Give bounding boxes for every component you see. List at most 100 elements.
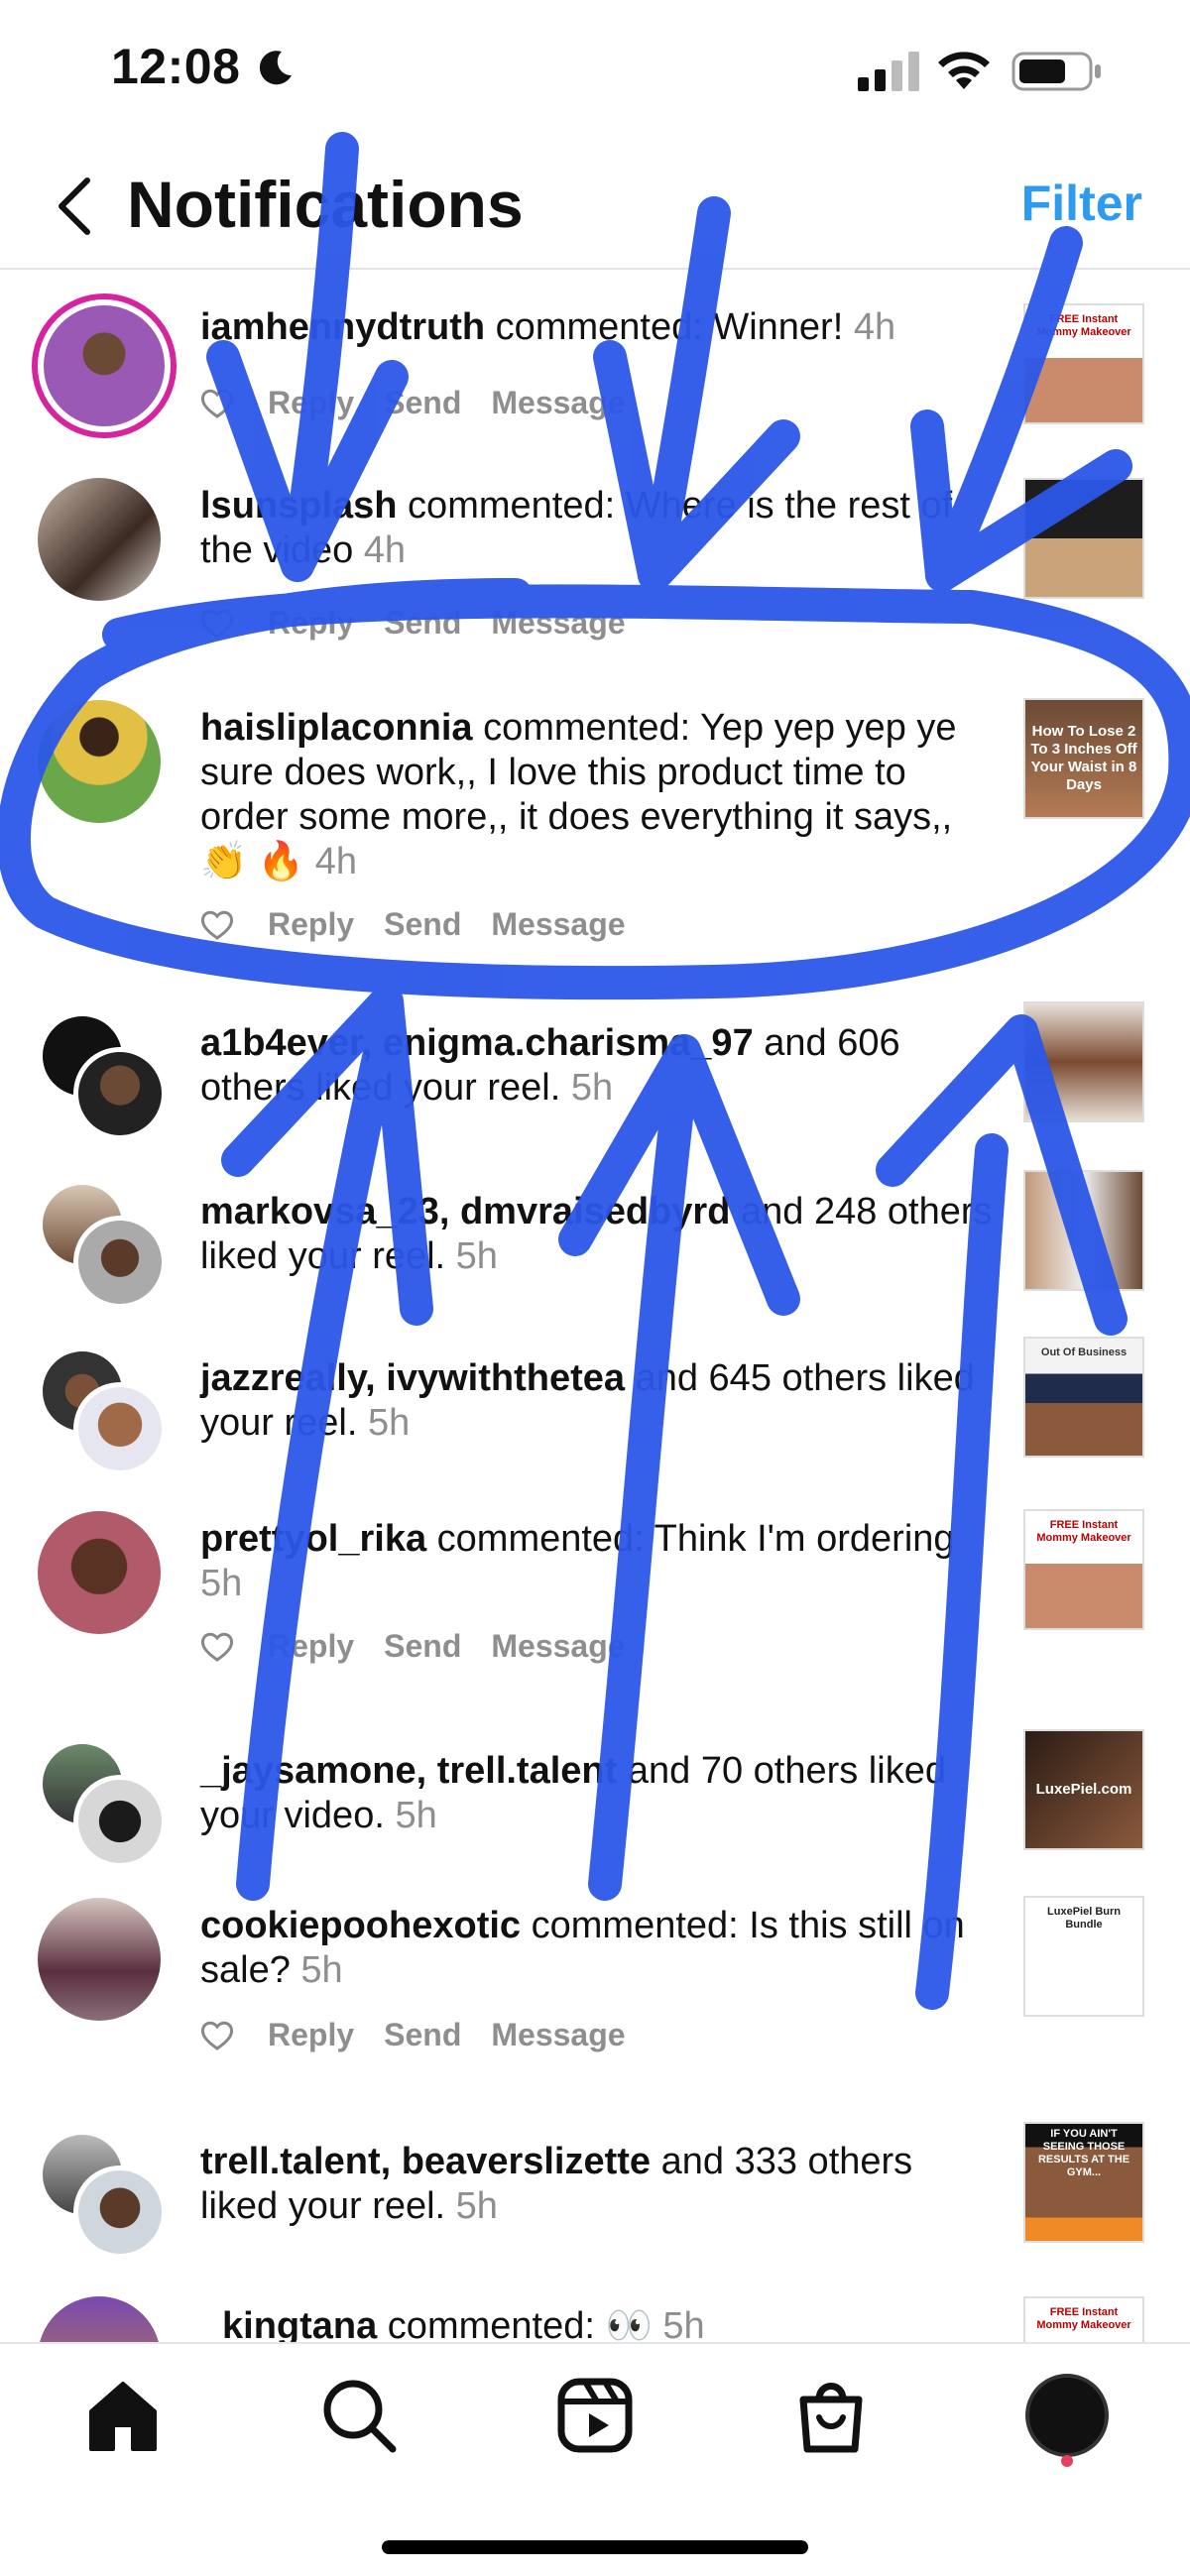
- bottom-tab-bar: [0, 2342, 1190, 2576]
- notification-dot: [1061, 2455, 1073, 2467]
- username[interactable]: _jaysamone, trell.talent: [200, 1750, 617, 1792]
- post-thumbnail[interactable]: [1023, 478, 1144, 599]
- reply-button[interactable]: Reply: [268, 2017, 354, 2053]
- post-thumbnail[interactable]: How To Lose 2 To 3 Inches Off Your Waist…: [1023, 698, 1144, 819]
- timestamp: 4h: [363, 529, 407, 571]
- page-title: Notifications: [127, 168, 524, 241]
- notification-item[interactable]: markovsa_23, dmvraisedbyrd and 248 other…: [0, 1170, 1190, 1319]
- post-thumbnail[interactable]: FREE Instant Mommy Makeover: [1023, 2296, 1144, 2342]
- heart-icon[interactable]: [200, 909, 234, 941]
- notification-item[interactable]: lsunsplash commented: Where is the rest …: [0, 468, 1190, 646]
- username[interactable]: cookiepoohexotic: [200, 1905, 521, 1946]
- wifi-icon: [938, 52, 990, 89]
- username[interactable]: a1b4ever, enigma.charisma_97: [200, 1022, 754, 1064]
- notification-text: trell.talent, beaverslizette and 333 oth…: [200, 2141, 913, 2227]
- username[interactable]: lsunsplash: [200, 485, 398, 527]
- notification-item[interactable]: kingtana commented: 👀 5h FREE Instant Mo…: [0, 2296, 1190, 2342]
- notification-text: cookiepoohexotic commented: Is this stil…: [200, 1905, 965, 1991]
- username[interactable]: iamhennydtruth: [200, 306, 485, 348]
- notification-item[interactable]: cookiepoohexotic commented: Is this stil…: [0, 1896, 1190, 2094]
- notification-text: markovsa_23, dmvraisedbyrd and 248 other…: [200, 1191, 993, 1277]
- comment-actions: Reply Send Message: [200, 906, 655, 943]
- avatar-group[interactable]: [38, 1347, 167, 1475]
- avatar-group[interactable]: [38, 1739, 167, 1868]
- home-icon[interactable]: [81, 2374, 165, 2457]
- avatar[interactable]: [38, 1898, 161, 2021]
- message-button[interactable]: Message: [491, 605, 625, 642]
- username[interactable]: jazzreally, ivywiththetea: [200, 1357, 625, 1399]
- profile-avatar[interactable]: [1025, 2374, 1109, 2457]
- send-button[interactable]: Send: [384, 906, 461, 943]
- timestamp: 5h: [455, 1235, 498, 1277]
- notification-item[interactable]: trell.talent, beaverslizette and 333 oth…: [0, 2122, 1190, 2269]
- heart-icon[interactable]: [200, 1631, 234, 1663]
- avatar[interactable]: [38, 1511, 161, 1634]
- send-button[interactable]: Send: [384, 1628, 461, 1665]
- heart-icon[interactable]: [200, 2020, 234, 2051]
- post-thumbnail[interactable]: LuxePiel.com: [1023, 1729, 1144, 1850]
- header: Notifications Filter: [0, 139, 1190, 270]
- notification-text: jazzreally, ivywiththetea and 645 others…: [200, 1357, 975, 1444]
- reply-button[interactable]: Reply: [268, 1628, 354, 1665]
- reply-button[interactable]: Reply: [268, 906, 354, 943]
- reply-button[interactable]: Reply: [268, 385, 354, 421]
- send-button[interactable]: Send: [384, 385, 461, 421]
- notification-item[interactable]: iamhennydtruth commented: Winner! 4h Rep…: [0, 280, 1190, 438]
- notification-text: prettyol_rika commented: Think I'm order…: [200, 1518, 955, 1604]
- username[interactable]: haisliplaconnia: [200, 707, 473, 749]
- post-thumbnail[interactable]: [1023, 1170, 1144, 1291]
- post-thumbnail[interactable]: [1023, 1001, 1144, 1122]
- send-button[interactable]: Send: [384, 605, 461, 642]
- notification-item[interactable]: haisliplaconnia commented: Yep yep yep y…: [0, 698, 1190, 986]
- heart-icon[interactable]: [200, 608, 234, 640]
- home-indicator: [382, 2540, 808, 2554]
- back-chevron-icon[interactable]: [52, 175, 95, 238]
- battery-icon: [1012, 52, 1101, 91]
- avatar[interactable]: [38, 2296, 161, 2342]
- reply-button[interactable]: Reply: [268, 605, 354, 642]
- heart-icon[interactable]: [200, 388, 234, 419]
- avatar-group[interactable]: [38, 2130, 167, 2259]
- message-button[interactable]: Message: [491, 1628, 625, 1665]
- send-button[interactable]: Send: [384, 2017, 461, 2053]
- message-button[interactable]: Message: [491, 906, 625, 943]
- timestamp: 5h: [367, 1402, 411, 1444]
- message-button[interactable]: Message: [491, 385, 625, 421]
- search-icon[interactable]: [317, 2374, 401, 2457]
- notification-item[interactable]: jazzreally, ivywiththetea and 645 others…: [0, 1337, 1190, 1485]
- notification-item[interactable]: a1b4ever, enigma.charisma_97 and 606 oth…: [0, 1001, 1190, 1150]
- username[interactable]: trell.talent, beaverslizette: [200, 2141, 651, 2182]
- comment-actions: Reply Send Message: [200, 2017, 655, 2053]
- username[interactable]: prettyol_rika: [200, 1518, 426, 1560]
- post-thumbnail[interactable]: FREE Instant Mommy Makeover: [1023, 1509, 1144, 1630]
- post-thumbnail[interactable]: FREE Instant Mommy Makeover: [1023, 303, 1144, 424]
- status-time: 12:08: [111, 39, 241, 94]
- avatar[interactable]: [38, 478, 161, 601]
- message-button[interactable]: Message: [491, 2017, 625, 2053]
- notification-item[interactable]: _jaysamone, trell.talent and 70 others l…: [0, 1729, 1190, 1878]
- username[interactable]: kingtana: [222, 2305, 377, 2342]
- notification-text: lsunsplash commented: Where is the rest …: [200, 485, 953, 571]
- avatar-group[interactable]: [38, 1011, 167, 1140]
- timestamp: 5h: [455, 2185, 498, 2227]
- avatar[interactable]: [32, 293, 177, 438]
- post-thumbnail[interactable]: IF YOU AIN'T SEEING THOSE RESULTS AT THE…: [1023, 2122, 1144, 2243]
- timestamp: 5h: [300, 1949, 343, 1991]
- notification-list[interactable]: iamhennydtruth commented: Winner! 4h Rep…: [0, 270, 1190, 2342]
- notification-text: _jaysamone, trell.talent and 70 others l…: [200, 1750, 946, 1836]
- notification-text: haisliplaconnia commented: Yep yep yep y…: [200, 707, 957, 882]
- notification-item[interactable]: prettyol_rika commented: Think I'm order…: [0, 1509, 1190, 1698]
- timestamp: 5h: [200, 1563, 243, 1604]
- comment-actions: Reply Send Message: [200, 605, 655, 642]
- reels-icon[interactable]: [553, 2374, 637, 2457]
- notification-text: kingtana commented: 👀 5h: [222, 2304, 1015, 2342]
- avatar-group[interactable]: [38, 1180, 167, 1309]
- comment-actions: Reply Send Message: [200, 1628, 655, 1665]
- post-thumbnail[interactable]: LuxePiel Burn Bundle: [1023, 1896, 1144, 2017]
- username[interactable]: markovsa_23, dmvraisedbyrd: [200, 1191, 730, 1232]
- avatar[interactable]: [38, 700, 161, 823]
- filter-button[interactable]: Filter: [1021, 175, 1142, 232]
- post-thumbnail[interactable]: Out Of Business: [1023, 1337, 1144, 1458]
- shop-icon[interactable]: [789, 2374, 873, 2457]
- notification-text: a1b4ever, enigma.charisma_97 and 606 oth…: [200, 1022, 900, 1109]
